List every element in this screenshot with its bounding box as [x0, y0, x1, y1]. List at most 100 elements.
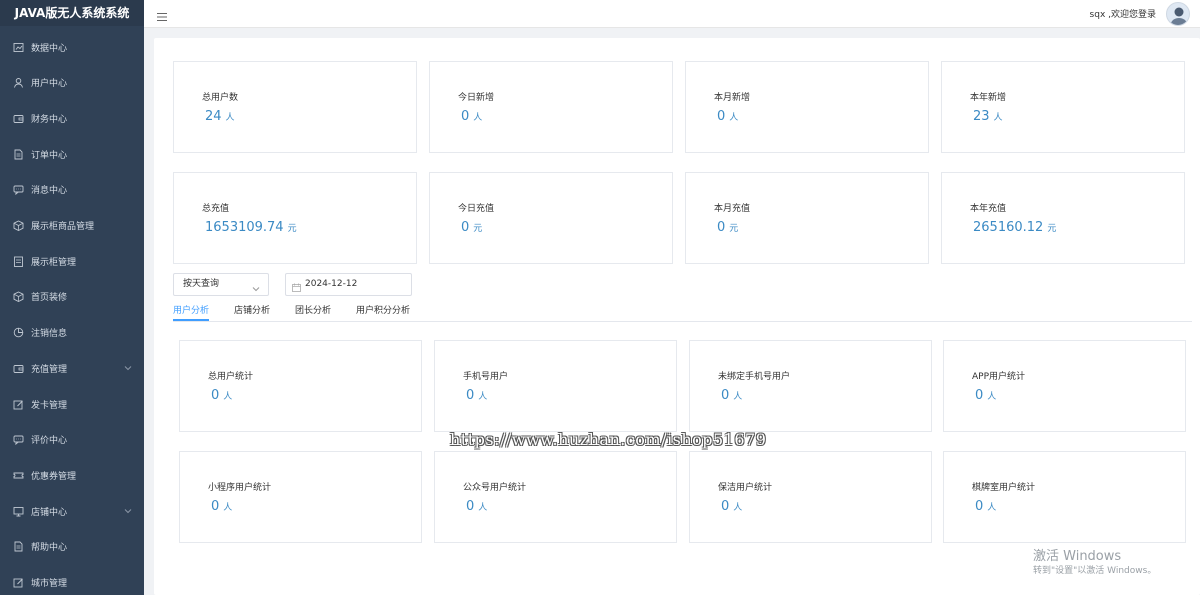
stat-title: 公众号用户统计: [463, 483, 527, 493]
sidebar-item[interactable]: 展示柜管理: [0, 247, 144, 275]
sidebar-item[interactable]: 店铺中心: [0, 497, 144, 525]
box-icon: [12, 220, 24, 232]
sidebar-item[interactable]: 城市管理: [0, 569, 144, 595]
top-header: sqx ,欢迎您登录: [144, 0, 1200, 28]
sidebar-item[interactable]: 帮助中心: [0, 533, 144, 561]
date-picker[interactable]: 2024-12-12: [285, 273, 412, 296]
sidebar-item[interactable]: 首页装修: [0, 283, 144, 311]
sidebar: JAVA版无人系统系统 数据中心用户中心财务中心订单中心消息中心展示柜商品管理展…: [0, 0, 144, 595]
stat-value: 0: [721, 388, 730, 403]
stat-value: 0: [211, 499, 220, 514]
stat-title: 总用户统计: [208, 372, 254, 382]
sidebar-item-label: 城市管理: [31, 579, 68, 589]
sidebar-item-label: 店铺中心: [31, 507, 68, 518]
stat-value: 265160.12: [973, 220, 1044, 235]
sidebar-item-label: 数据中心: [31, 43, 68, 54]
sidebar-item[interactable]: 数据中心: [0, 33, 144, 61]
stat-unit: 人: [987, 392, 997, 402]
stat-value-wrap: 24 人: [205, 109, 235, 124]
stat-title: APP用户统计: [972, 372, 1026, 382]
stat-unit: 人: [729, 113, 739, 123]
stat-value-wrap: 0人: [211, 499, 232, 514]
stat-value-wrap: 0人: [975, 388, 996, 403]
stat-card: 本年充值 265160.12 元: [941, 172, 1185, 264]
stat-title: 本年新增: [970, 93, 1007, 103]
stat-value: 0: [717, 109, 726, 124]
cabinet-icon: [12, 255, 24, 267]
stat-unit: 元: [287, 224, 297, 234]
sidebar-item-label: 展示柜管理: [31, 257, 77, 268]
stat-unit: 元: [473, 224, 483, 234]
sidebar-item-label: 首页装修: [31, 293, 68, 304]
tab-leader-analysis[interactable]: 团长分析: [295, 303, 331, 321]
stat-unit: 人: [987, 503, 997, 513]
stat-value-wrap: 0人: [721, 499, 742, 514]
stat-title: 今日充值: [458, 204, 495, 214]
hamburger-menu-icon[interactable]: [156, 8, 168, 22]
sidebar-item[interactable]: 优惠券管理: [0, 461, 144, 489]
tab-shop-analysis[interactable]: 店铺分析: [234, 303, 270, 321]
sidebar-item-label: 财务中心: [31, 114, 68, 125]
stat-value: 0: [461, 220, 470, 235]
stat-card: APP用户统计 0 人: [943, 340, 1186, 432]
stat-card: 公众号用户统计 0 人: [434, 451, 677, 543]
stat-card: 小程序用户统计 0 人: [179, 451, 422, 543]
wallet-icon: [12, 362, 24, 374]
sidebar-item[interactable]: 用户中心: [0, 69, 144, 97]
tab-user-analysis[interactable]: 用户分析: [173, 303, 210, 321]
app-title: JAVA版无人系统系统: [0, 0, 144, 26]
pie-icon: [12, 327, 24, 339]
stat-value-wrap: 0人: [466, 499, 487, 514]
stat-card: 今日新增 0 人: [429, 61, 673, 153]
document-icon: [12, 148, 24, 160]
sidebar-item[interactable]: 消息中心: [0, 176, 144, 204]
sidebar-item[interactable]: 财务中心: [0, 104, 144, 132]
sidebar-item-label: 注销信息: [31, 329, 68, 340]
wallet-icon: [12, 112, 24, 124]
stat-unit: 人: [733, 503, 743, 513]
stat-card: 未绑定手机号用户 0 人: [689, 340, 932, 432]
sidebar-item[interactable]: 订单中心: [0, 140, 144, 168]
sidebar-item[interactable]: 注销信息: [0, 319, 144, 347]
stat-title: 手机号用户: [463, 372, 509, 382]
chevron-down-icon: [124, 507, 132, 515]
sidebar-item[interactable]: 展示柜商品管理: [0, 212, 144, 240]
sidebar-item[interactable]: 充值管理: [0, 354, 144, 382]
activate-windows-title: 激活 Windows: [1033, 549, 1122, 564]
date-value: 2024-12-12: [305, 279, 358, 289]
sidebar-item-label: 充值管理: [31, 364, 68, 375]
sidebar-item-label: 消息中心: [31, 186, 68, 197]
sidebar-item-label: 优惠券管理: [31, 471, 77, 482]
stat-card: 总用户数 24 人: [173, 61, 417, 153]
stat-card: 总充值 1653109.74 元: [173, 172, 417, 264]
sidebar-item-label: 帮助中心: [31, 543, 68, 554]
stat-card: 本月新增 0 人: [685, 61, 929, 153]
stat-unit: 人: [223, 392, 233, 402]
stat-value-wrap: 0元: [717, 220, 738, 235]
stat-value: 0: [717, 220, 726, 235]
stat-title: 本月充值: [714, 204, 751, 214]
stat-card: 保洁用户统计 0 人: [689, 451, 932, 543]
query-mode-value: 按天查询: [183, 279, 220, 289]
stat-value: 0: [211, 388, 220, 403]
stat-unit: 人: [993, 113, 1003, 123]
activate-windows-subtitle: 转到"设置"以激活 Windows。: [1033, 566, 1157, 576]
tab-points-analysis[interactable]: 用户积分分析: [356, 303, 410, 321]
stat-value: 0: [466, 388, 475, 403]
message-icon: [12, 434, 24, 446]
stat-unit: 人: [473, 113, 483, 123]
stat-unit: 元: [1047, 224, 1057, 234]
monitor-icon: [12, 505, 24, 517]
sidebar-item[interactable]: 发卡管理: [0, 390, 144, 418]
stat-title: 总充值: [202, 204, 230, 214]
sidebar-item-label: 订单中心: [31, 150, 68, 161]
chevron-down-icon: [124, 364, 132, 372]
stat-title: 保洁用户统计: [718, 483, 773, 493]
avatar[interactable]: [1166, 2, 1190, 26]
analysis-tabs: 用户分析 店铺分析 团长分析 用户积分分析: [173, 300, 1192, 322]
sidebar-item-label: 评价中心: [31, 436, 68, 447]
stat-title: 总用户数: [202, 93, 239, 103]
query-mode-select[interactable]: 按天查询: [173, 273, 269, 296]
box-icon: [12, 291, 24, 303]
sidebar-item[interactable]: 评价中心: [0, 426, 144, 454]
